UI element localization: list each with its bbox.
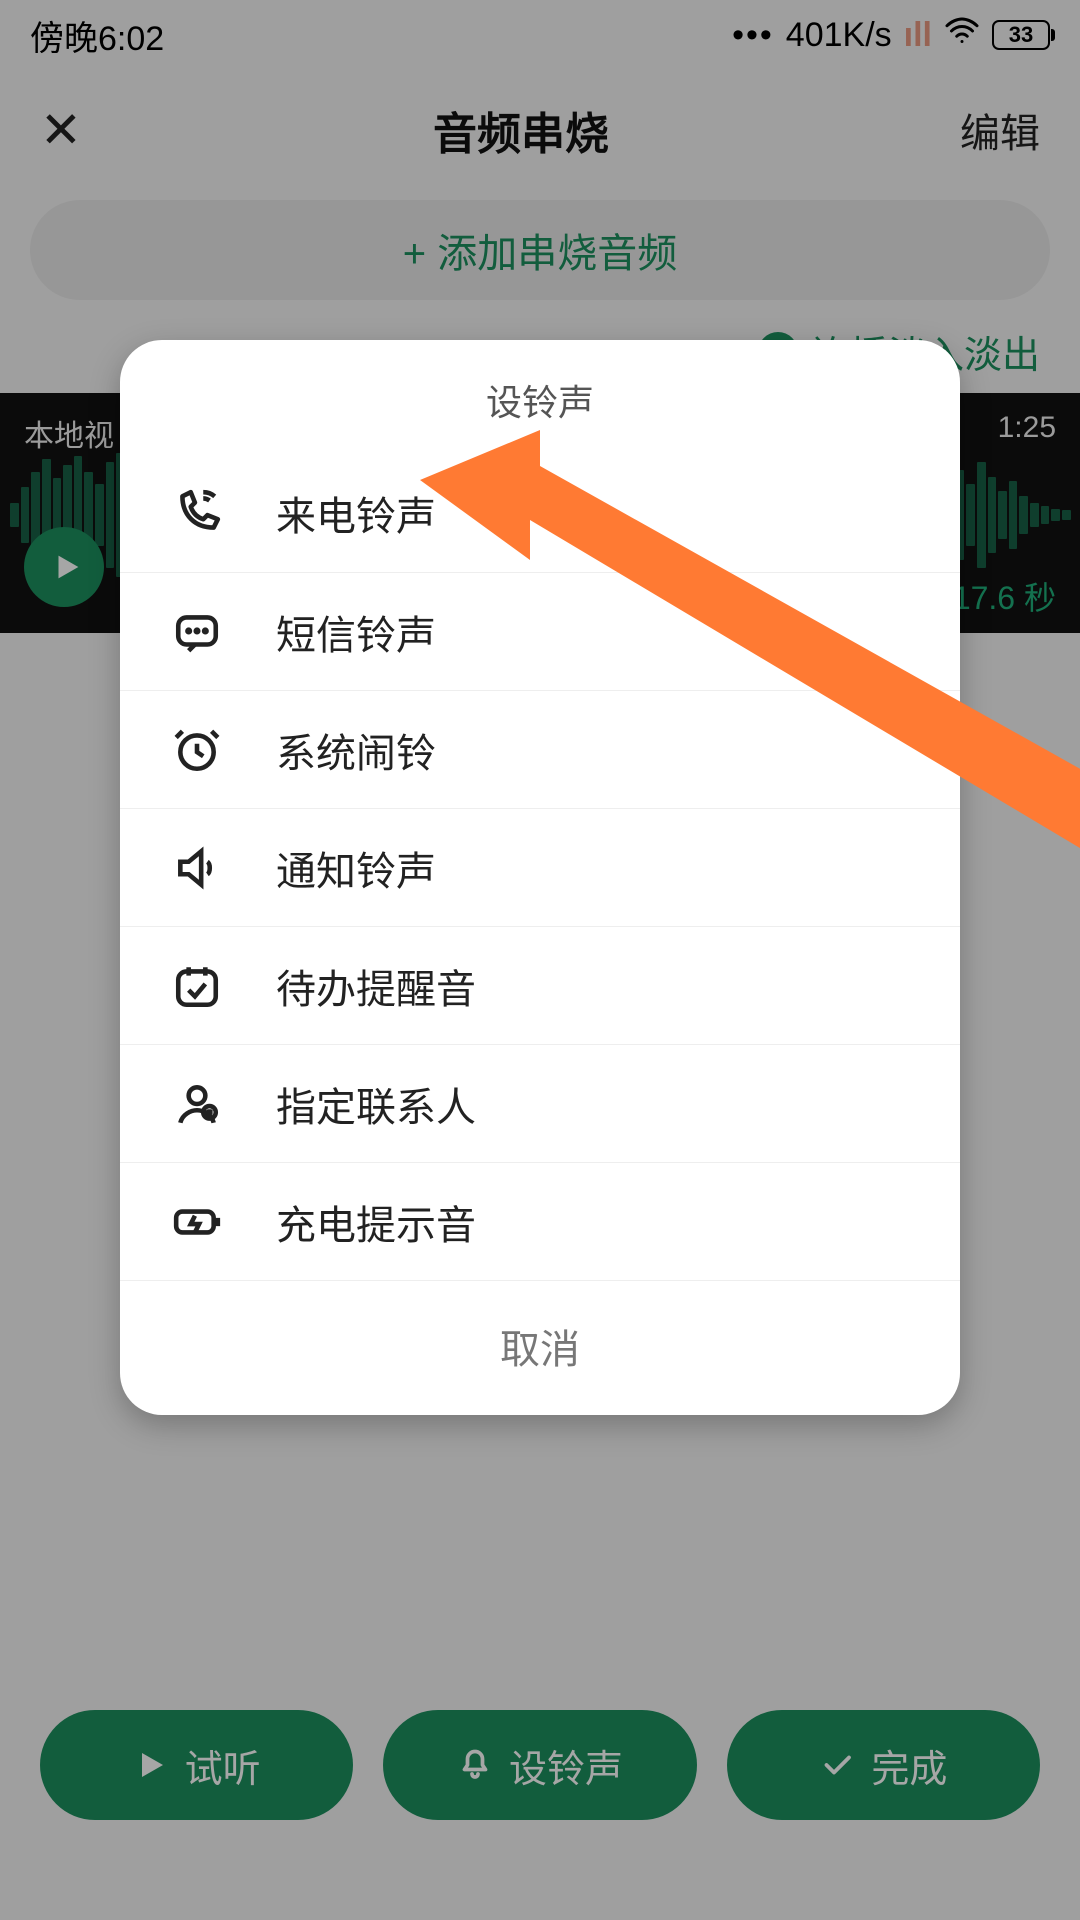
battery-charging-icon xyxy=(170,1197,224,1247)
option-sms[interactable]: 短信铃声 xyxy=(120,572,960,690)
person-add-icon xyxy=(170,1079,224,1129)
option-notification[interactable]: 通知铃声 xyxy=(120,808,960,926)
option-contact[interactable]: 指定联系人 xyxy=(120,1044,960,1162)
chat-icon xyxy=(170,607,224,657)
cancel-button[interactable]: 取消 xyxy=(120,1280,960,1415)
modal-overlay[interactable]: 设铃声 来电铃声 短信铃声 系统闹铃 通知铃声 xyxy=(0,0,1080,1920)
option-label: 待办提醒音 xyxy=(276,957,476,1015)
clock-icon xyxy=(170,725,224,775)
option-alarm[interactable]: 系统闹铃 xyxy=(120,690,960,808)
option-charging[interactable]: 充电提示音 xyxy=(120,1162,960,1280)
option-label: 来电铃声 xyxy=(276,484,436,542)
calendar-check-icon xyxy=(170,961,224,1011)
option-label: 系统闹铃 xyxy=(276,721,436,779)
option-label: 指定联系人 xyxy=(276,1075,476,1133)
phone-icon xyxy=(170,488,224,538)
option-incoming-call[interactable]: 来电铃声 xyxy=(120,454,960,572)
ringtone-action-sheet: 设铃声 来电铃声 短信铃声 系统闹铃 通知铃声 xyxy=(120,340,960,1415)
option-label: 短信铃声 xyxy=(276,603,436,661)
option-label: 充电提示音 xyxy=(276,1193,476,1251)
speaker-icon xyxy=(170,843,224,893)
option-reminder[interactable]: 待办提醒音 xyxy=(120,926,960,1044)
sheet-title: 设铃声 xyxy=(120,340,960,454)
option-label: 通知铃声 xyxy=(276,839,436,897)
